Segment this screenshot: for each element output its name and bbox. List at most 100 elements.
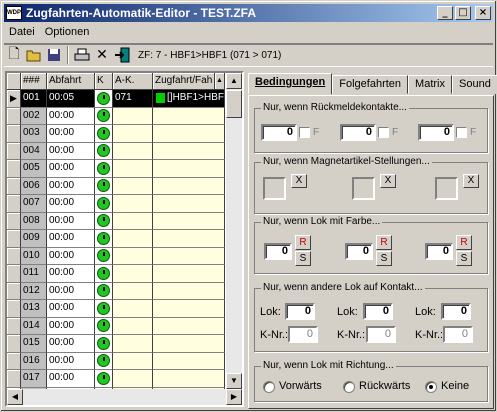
lok-field-2[interactable]: 0: [363, 303, 393, 320]
clock-cell[interactable]: [95, 352, 113, 370]
clock-icon[interactable]: [97, 354, 110, 368]
scroll-left-icon[interactable]: ◀: [7, 389, 23, 405]
clock-icon[interactable]: [97, 109, 110, 123]
row-marker[interactable]: [7, 195, 21, 213]
clock-icon[interactable]: [97, 179, 110, 193]
row-marker[interactable]: [7, 282, 21, 300]
farbe-field-3[interactable]: 0: [425, 243, 453, 260]
departure-time-cell[interactable]: 00:00: [47, 300, 95, 318]
radio-vorwaerts[interactable]: [263, 381, 275, 393]
table-row[interactable]: 014 00:00: [7, 317, 225, 335]
zugfahrt-cell[interactable]: [153, 352, 225, 370]
clock-cell[interactable]: [95, 125, 113, 143]
ak-cell[interactable]: [113, 335, 153, 353]
farbe-s-button-3[interactable]: S: [456, 251, 472, 266]
farbe-s-button-1[interactable]: S: [295, 251, 311, 266]
clock-icon[interactable]: [97, 301, 110, 315]
menu-datei[interactable]: Datei: [4, 26, 40, 38]
rueckmelde-checkbox-2[interactable]: [378, 127, 389, 138]
zugfahrt-cell[interactable]: [153, 370, 225, 388]
print-icon[interactable]: [72, 45, 92, 65]
ak-cell[interactable]: [113, 177, 153, 195]
rueckmelde-checkbox-1[interactable]: [299, 127, 310, 138]
table-row[interactable]: 013 00:00: [7, 300, 225, 318]
departure-time-cell[interactable]: 00:00: [47, 230, 95, 248]
title-bar[interactable]: WDP Zugfahrten-Automatik-Editor - TEST.Z…: [4, 4, 493, 22]
row-marker[interactable]: [7, 107, 21, 125]
clock-cell[interactable]: [95, 142, 113, 160]
farbe-s-button-2[interactable]: S: [376, 251, 392, 266]
row-marker[interactable]: [7, 300, 21, 318]
zugfahrt-cell[interactable]: [153, 160, 225, 178]
clock-cell[interactable]: [95, 212, 113, 230]
rueckmelde-field-3[interactable]: 0: [418, 124, 454, 141]
col-header-k[interactable]: K: [95, 73, 113, 90]
departure-time-cell[interactable]: 00:00: [47, 335, 95, 353]
clock-icon[interactable]: [97, 319, 110, 333]
close-button[interactable]: ×: [475, 6, 491, 20]
zugfahrt-cell[interactable]: [153, 265, 225, 283]
knr-field-2[interactable]: 0: [366, 326, 396, 343]
zugfahrt-cell[interactable]: [153, 230, 225, 248]
radio-keine[interactable]: [425, 381, 437, 393]
delete-icon[interactable]: ✕: [92, 45, 112, 65]
clock-cell[interactable]: [95, 282, 113, 300]
farbe-r-button-3[interactable]: R: [456, 235, 472, 250]
table-row[interactable]: 015 00:00: [7, 335, 225, 353]
rueckmelde-field-1[interactable]: 0: [261, 124, 297, 141]
zugfahrt-cell[interactable]: [153, 142, 225, 160]
lok-field-3[interactable]: 0: [441, 303, 471, 320]
departure-time-cell[interactable]: 00:00: [47, 212, 95, 230]
tab-sound[interactable]: Sound: [452, 75, 497, 94]
knr-field-1[interactable]: 0: [288, 326, 318, 343]
departure-time-cell[interactable]: 00:00: [47, 265, 95, 283]
departure-time-cell[interactable]: 00:00: [47, 352, 95, 370]
vertical-scrollbar[interactable]: ▲ ▼: [226, 73, 242, 389]
ak-cell[interactable]: [113, 300, 153, 318]
clock-cell[interactable]: [95, 230, 113, 248]
tab-folgefahrten[interactable]: Folgefahrten: [332, 75, 409, 94]
clock-icon[interactable]: [97, 91, 110, 105]
farbe-field-1[interactable]: 0: [264, 243, 292, 260]
zugfahrt-cell[interactable]: [153, 247, 225, 265]
table-row[interactable]: ▶ 001 00:05 071 []HBF1>HBF: [7, 90, 225, 108]
ak-cell[interactable]: [113, 142, 153, 160]
departure-time-cell[interactable]: 00:00: [47, 247, 95, 265]
magnet-clear-button-1[interactable]: X: [291, 174, 307, 188]
tab-matrix[interactable]: Matrix: [408, 75, 452, 94]
clock-icon[interactable]: [97, 266, 110, 280]
zugfahrt-cell[interactable]: []HBF1>HBF: [153, 90, 225, 108]
col-header-nr[interactable]: ###: [21, 73, 47, 90]
rueckmelde-checkbox-3[interactable]: [456, 127, 467, 138]
table-row[interactable]: 005 00:00: [7, 160, 225, 178]
table-row[interactable]: 007 00:00: [7, 195, 225, 213]
app-icon[interactable]: WDP: [6, 6, 22, 20]
departure-time-cell[interactable]: 00:00: [47, 125, 95, 143]
table-row[interactable]: 009 00:00: [7, 230, 225, 248]
row-marker[interactable]: [7, 370, 21, 388]
ak-cell[interactable]: [113, 195, 153, 213]
farbe-r-button-2[interactable]: R: [376, 235, 392, 250]
zugfahrt-cell[interactable]: [153, 125, 225, 143]
departure-time-cell[interactable]: 00:00: [47, 282, 95, 300]
horizontal-scrollbar[interactable]: ◀ ▶: [7, 389, 242, 405]
ak-cell[interactable]: 071: [113, 90, 153, 108]
zugfahrt-cell[interactable]: [153, 317, 225, 335]
clock-cell[interactable]: [95, 265, 113, 283]
zugfahrt-cell[interactable]: [153, 195, 225, 213]
ak-cell[interactable]: [113, 247, 153, 265]
zugfahrt-cell[interactable]: [153, 212, 225, 230]
table-row[interactable]: 008 00:00: [7, 212, 225, 230]
clock-cell[interactable]: [95, 300, 113, 318]
sort-up-icon[interactable]: ▲: [215, 73, 225, 90]
ak-cell[interactable]: [113, 370, 153, 388]
table-row[interactable]: 010 00:00: [7, 247, 225, 265]
ak-cell[interactable]: [113, 107, 153, 125]
maximize-button[interactable]: □: [455, 6, 471, 20]
clock-icon[interactable]: [97, 249, 110, 263]
clock-icon[interactable]: [97, 126, 110, 140]
departure-time-cell[interactable]: 00:05: [47, 90, 95, 108]
clock-cell[interactable]: [95, 370, 113, 388]
departure-time-cell[interactable]: 00:00: [47, 370, 95, 388]
ak-cell[interactable]: [113, 265, 153, 283]
